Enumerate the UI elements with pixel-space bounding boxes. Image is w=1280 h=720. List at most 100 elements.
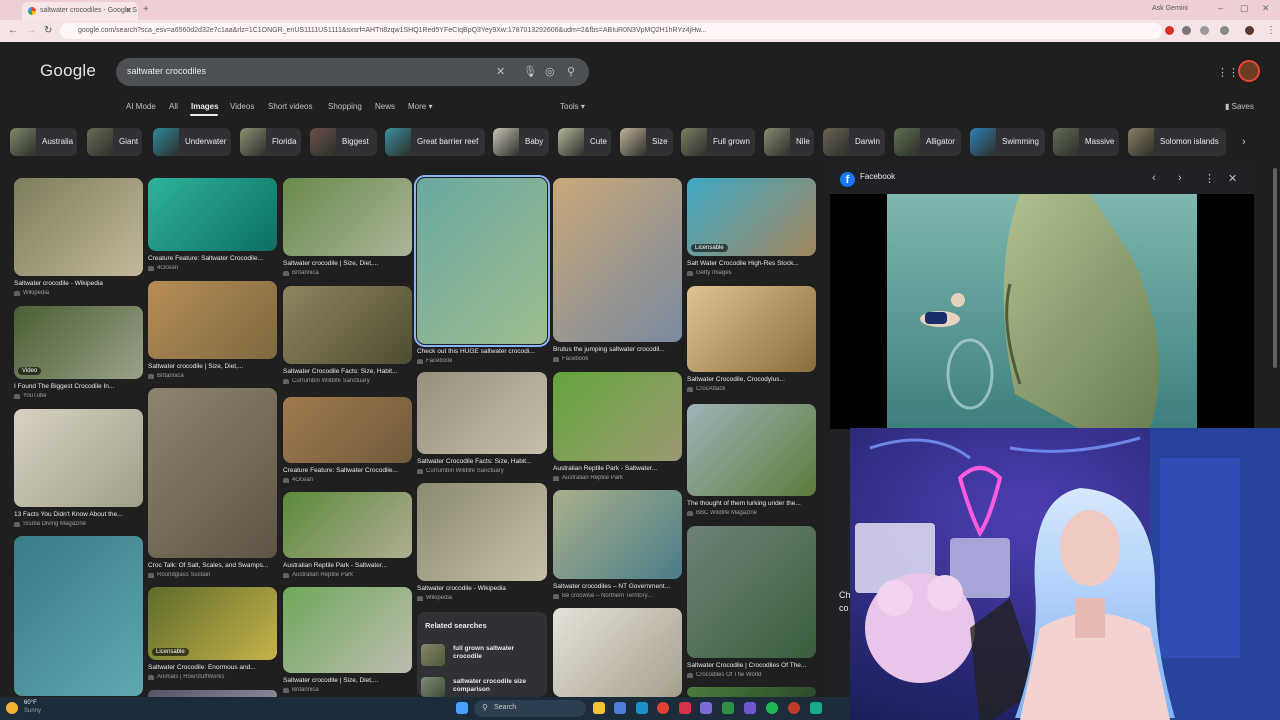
result-source[interactable]: Getty Images (687, 270, 816, 276)
chip-nile[interactable]: Nile (764, 128, 814, 156)
preview-source[interactable]: Facebook (840, 172, 895, 181)
app-icon[interactable] (679, 702, 691, 714)
result-thumbnail[interactable] (417, 372, 547, 454)
google-logo[interactable]: Google (40, 61, 96, 81)
result-caption[interactable]: Saltwater crocodile - Wikipedia (14, 280, 143, 287)
file-explorer-icon[interactable] (593, 702, 605, 714)
next-icon[interactable]: › (1178, 172, 1182, 184)
result-source[interactable]: Roundglass Sustain (148, 572, 277, 578)
related-search-item[interactable]: saltwater crocodile size comparison (421, 675, 543, 697)
result-source[interactable]: Wikipedia (14, 290, 143, 296)
tab-videos[interactable]: Videos (230, 102, 254, 111)
result-source[interactable]: CrocAttack (687, 386, 816, 392)
result-source[interactable]: Animals | HowStuffWorks (148, 674, 277, 680)
app-icon[interactable] (744, 702, 756, 714)
result-source[interactable]: Britannica (283, 687, 412, 693)
new-tab-icon[interactable]: + (143, 4, 149, 15)
extensions-icon[interactable] (1220, 26, 1229, 35)
result-caption[interactable]: Check out this HUGE saltwater crocodi... (417, 348, 547, 355)
result-caption[interactable]: Saltwater crocodile - Wikipedia (417, 585, 547, 592)
result-caption[interactable]: Saltwater Crocodile | Crocodiles Of The.… (687, 662, 816, 669)
close-preview-icon[interactable]: ✕ (1228, 172, 1237, 185)
close-tab-icon[interactable]: ✕ (125, 6, 132, 15)
address-bar[interactable]: google.com/search?sca_esv=a6560d2d32e7c1… (60, 23, 1162, 39)
result-caption[interactable]: Saltwater Crocodile, Crocodylus... (687, 376, 816, 383)
result-thumbnail[interactable] (553, 608, 682, 697)
more-options-icon[interactable]: ⋮ (1204, 172, 1215, 185)
chip-baby[interactable]: Baby (493, 128, 549, 156)
result-source[interactable]: Wikipedia (417, 595, 547, 601)
result-thumbnail[interactable] (553, 372, 682, 461)
obs-icon[interactable] (788, 702, 800, 714)
chip-alligator[interactable]: Alligator (894, 128, 961, 156)
ask-gemini-button[interactable]: Ask Gemini (1152, 5, 1188, 12)
chip-giant[interactable]: Giant (87, 128, 142, 156)
chip-biggest[interactable]: Biggest (310, 128, 377, 156)
chip-underwater[interactable]: Underwater (153, 128, 231, 156)
result-thumbnail[interactable] (687, 687, 816, 697)
profile-avatar[interactable] (1245, 26, 1254, 35)
result-caption[interactable]: Creature Feature: Saltwater Crocodile... (283, 467, 412, 474)
spotify-icon[interactable] (766, 702, 778, 714)
result-source[interactable]: 4Ocean (283, 477, 412, 483)
saves-button[interactable]: ▮ Saves (1225, 102, 1254, 111)
app-icon[interactable] (614, 702, 626, 714)
result-thumbnail[interactable] (148, 178, 277, 251)
extension-icon[interactable] (1182, 26, 1191, 35)
maximize-icon[interactable]: ▢ (1240, 3, 1249, 14)
tab-short-videos[interactable]: Short videos (268, 102, 312, 111)
result-source[interactable]: Australian Reptile Park (283, 572, 412, 578)
result-source[interactable]: Scuba Diving Magazine (14, 521, 143, 527)
tab-news[interactable]: News (375, 102, 395, 111)
extension-icon[interactable] (1165, 26, 1174, 35)
taskbar-search[interactable]: ⚲ Search (474, 700, 586, 717)
result-source[interactable]: Britannica (148, 373, 277, 379)
result-caption[interactable]: Saltwater crocodile | Size, Diet,... (283, 260, 412, 267)
chip-darwin[interactable]: Darwin (823, 128, 885, 156)
app-icon[interactable] (810, 702, 822, 714)
microphone-icon[interactable]: 🎙 (523, 65, 537, 78)
result-caption[interactable]: Salt Water Crocodile High-Res Stock... (687, 260, 816, 267)
result-caption[interactable]: Saltwater Crocodile Facts: Size, Habit..… (417, 458, 547, 465)
reload-icon[interactable]: ↻ (44, 25, 52, 36)
previous-icon[interactable]: ‹ (1152, 172, 1156, 184)
result-caption[interactable]: 13 Facts You Didn't Know About the... (14, 511, 143, 518)
result-source[interactable]: Australian Reptile Park (553, 475, 682, 481)
chip-swimming[interactable]: Swimming (970, 128, 1045, 156)
result-thumbnail[interactable] (148, 281, 277, 359)
back-icon[interactable]: ← (8, 25, 18, 36)
result-thumbnail[interactable] (687, 404, 816, 496)
result-thumbnail[interactable] (283, 286, 412, 364)
result-thumbnail[interactable] (687, 526, 816, 658)
result-thumbnail[interactable] (553, 490, 682, 579)
search-box[interactable]: saltwater crocodiles ✕ 🎙 ◎ ⚲ (116, 58, 589, 86)
result-source[interactable]: Facebook (553, 356, 682, 362)
clear-icon[interactable]: ✕ (496, 65, 505, 78)
search-input[interactable]: saltwater crocodiles (127, 66, 206, 76)
result-source[interactable]: Currumbin Wildlife Sanctuary (417, 468, 547, 474)
chip-full-grown[interactable]: Full grown (681, 128, 755, 156)
result-caption[interactable]: Creature Feature: Saltwater Crocodile... (148, 255, 277, 262)
tab-images[interactable]: Images (191, 102, 219, 111)
result-source[interactable]: Be crocwise – Northern Territory... (553, 593, 682, 599)
result-caption[interactable]: Saltwater crocodiles – NT Government... (553, 583, 682, 590)
preview-image[interactable] (830, 194, 1254, 429)
chip-massive[interactable]: Massive (1053, 128, 1119, 156)
result-caption[interactable]: Saltwater crocodile | Size, Diet,... (283, 677, 412, 684)
result-thumbnail[interactable] (417, 483, 547, 581)
result-source[interactable]: BBC Wildlife Magazine (687, 510, 816, 516)
chip-size[interactable]: Size (620, 128, 673, 156)
result-caption[interactable]: Saltwater crocodile | Size, Diet,... (148, 363, 277, 370)
browser-tab[interactable]: saltwater crocodiles - Google S ✕ (22, 2, 138, 20)
result-thumbnail[interactable] (687, 286, 816, 372)
result-caption[interactable]: Australian Reptile Park - Saltwater... (283, 562, 412, 569)
related-search-item[interactable]: full grown saltwater crocodile (421, 642, 543, 668)
result-caption[interactable]: Australian Reptile Park - Saltwater... (553, 465, 682, 472)
result-thumbnail[interactable] (283, 492, 412, 558)
result-source[interactable]: Britannica (283, 270, 412, 276)
result-source[interactable]: Facebook (417, 358, 547, 364)
result-thumbnail[interactable] (14, 536, 143, 696)
result-thumbnail[interactable] (414, 175, 550, 347)
tab-ai-mode[interactable]: AI Mode (126, 102, 156, 111)
result-caption[interactable]: Croc Talk: Of Salt, Scales, and Swamps..… (148, 562, 277, 569)
